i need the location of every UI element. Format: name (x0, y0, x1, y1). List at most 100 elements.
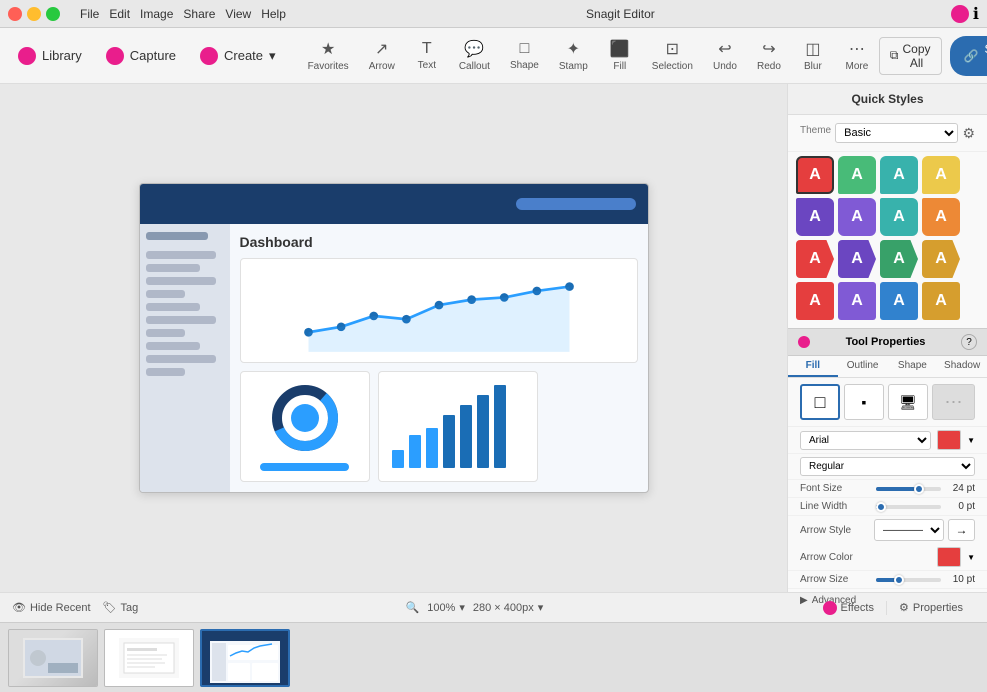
properties-button[interactable]: ⚙ Properties (887, 601, 975, 614)
arrow-color-swatch[interactable] (937, 547, 961, 567)
tab-outline[interactable]: Outline (838, 356, 888, 377)
text-tool[interactable]: T Text (409, 36, 445, 75)
menu-help[interactable]: Help (257, 7, 290, 21)
callout-tool[interactable]: 💬 Callout (453, 35, 496, 76)
status-indicator (951, 5, 969, 23)
style-swatch-14[interactable]: A (838, 282, 876, 320)
info-icon[interactable]: ℹ (973, 4, 979, 24)
arrow-style-row: Arrow Style ———— → (788, 516, 987, 544)
arrow-tool[interactable]: ↗ Arrow (363, 35, 401, 76)
effects-button[interactable]: Effects (811, 601, 887, 615)
copy-all-button[interactable]: ⧉ Copy All (879, 37, 942, 75)
menu-file[interactable]: File (76, 7, 103, 21)
status-center: 🔍 100% ▾ 280 × 400px ▾ (154, 601, 794, 614)
style-swatch-10[interactable]: A (838, 240, 876, 278)
redo-tool[interactable]: ↪ Redo (751, 35, 787, 76)
fill-tool[interactable]: ⬛ Fill (602, 35, 638, 76)
blur-tool[interactable]: ◫ Blur (795, 35, 831, 76)
right-panel: Quick Styles Theme Basic ⚙ A A A A A A (787, 84, 987, 592)
library-dot (18, 47, 36, 65)
theme-select[interactable]: Basic (835, 123, 958, 143)
shape-monitor-button[interactable]: 🖥 (888, 384, 928, 420)
line-chart (240, 258, 638, 363)
style-swatch-5[interactable]: A (796, 198, 834, 236)
sidebar-item (146, 368, 185, 376)
help-button[interactable]: ? (961, 334, 977, 350)
hide-recent-button[interactable]: 👁 Hide Recent (12, 601, 91, 614)
font-color-swatch[interactable] (937, 430, 961, 450)
style-swatch-8[interactable]: A (922, 198, 960, 236)
title-bar-left: File Edit Image Share View Help (8, 7, 290, 21)
shape-icon: □ (520, 40, 530, 58)
menu-view[interactable]: View (221, 7, 255, 21)
style-swatches-container: A A A A A A A A A A A A A A (788, 152, 987, 328)
thumbnail-2[interactable] (104, 629, 194, 687)
sidebar-item (146, 355, 216, 363)
zoom-chevron-icon: ▾ (459, 601, 465, 614)
arrow-ends[interactable]: → (948, 519, 975, 541)
line-width-slider[interactable] (876, 505, 941, 509)
thumbnail-3[interactable] (200, 629, 290, 687)
minimize-button[interactable] (27, 7, 41, 21)
sidebar-item (146, 251, 216, 259)
title-bar: File Edit Image Share View Help Snagit E… (0, 0, 987, 28)
style-swatch-2[interactable]: A (838, 156, 876, 194)
maximize-button[interactable] (46, 7, 60, 21)
share-link-button[interactable]: 🔗 Share Link (950, 36, 987, 76)
arrow-line-select[interactable]: ———— (874, 519, 944, 541)
font-size-slider[interactable] (876, 487, 941, 491)
style-swatch-11[interactable]: A (880, 240, 918, 278)
favorites-tool[interactable]: ★ Favorites (302, 35, 355, 76)
style-swatch-9[interactable]: A (796, 240, 834, 278)
undo-tool[interactable]: ↩ Undo (707, 35, 743, 76)
font-size-label: Font Size (800, 483, 870, 494)
font-select[interactable]: Arial (800, 431, 931, 450)
menu-image[interactable]: Image (136, 7, 177, 21)
stamp-tool[interactable]: ✦ Stamp (553, 35, 594, 76)
dashboard-title: Dashboard (240, 234, 638, 250)
thumbnail-1[interactable] (8, 629, 98, 687)
style-swatch-15[interactable]: A (880, 282, 918, 320)
library-button[interactable]: Library (8, 43, 92, 69)
size-button[interactable]: 280 × 400px ▾ (473, 601, 543, 614)
style-swatch-1[interactable]: A (796, 156, 834, 194)
menu-edit[interactable]: Edit (105, 7, 134, 21)
style-swatch-16[interactable]: A (922, 282, 960, 320)
style-swatch-6[interactable]: A (838, 198, 876, 236)
zoom-button[interactable]: 100% ▾ (427, 601, 465, 614)
tag-button[interactable]: 🏷 Tag (103, 601, 139, 614)
font-style-select[interactable]: Regular (800, 457, 975, 476)
style-swatch-4[interactable]: A (922, 156, 960, 194)
color-dropdown-icon[interactable]: ▼ (967, 436, 975, 445)
style-swatch-13[interactable]: A (796, 282, 834, 320)
arrow-color-dropdown-icon[interactable]: ▼ (967, 553, 975, 562)
tab-fill[interactable]: Fill (788, 356, 838, 377)
close-button[interactable] (8, 7, 22, 21)
blur-icon: ◫ (805, 39, 820, 59)
capture-button[interactable]: Capture (96, 43, 186, 69)
gear-button[interactable]: ⚙ (962, 125, 975, 142)
thumbnail-strip (0, 622, 987, 692)
style-swatch-3[interactable]: A (880, 156, 918, 194)
shape-tool[interactable]: □ Shape (504, 36, 545, 75)
text-icon: T (422, 40, 432, 58)
more-tool[interactable]: ⋯ More (839, 35, 875, 76)
shape-rect-button[interactable]: □ (800, 384, 840, 420)
selection-tool[interactable]: ⊡ Selection (646, 35, 699, 76)
arrow-size-slider[interactable] (876, 578, 941, 582)
redo-icon: ↪ (762, 39, 775, 59)
arrow-icon: ↗ (375, 39, 388, 59)
create-button[interactable]: Create ▾ (190, 43, 286, 69)
tab-shape[interactable]: Shape (888, 356, 938, 377)
shape-shadow-button[interactable]: ▪ (844, 384, 884, 420)
tab-shadow[interactable]: Shadow (937, 356, 987, 377)
share-icon: 🔗 (964, 49, 979, 63)
menu-share[interactable]: Share (179, 7, 219, 21)
style-swatch-12[interactable]: A (922, 240, 960, 278)
canvas-area[interactable]: Dashboard (0, 84, 787, 592)
sidebar-item (146, 342, 201, 350)
sidebar-item (146, 277, 216, 285)
status-right: Effects ⚙ Properties (811, 601, 975, 615)
size-chevron-icon: ▾ (538, 601, 544, 614)
style-swatch-7[interactable]: A (880, 198, 918, 236)
